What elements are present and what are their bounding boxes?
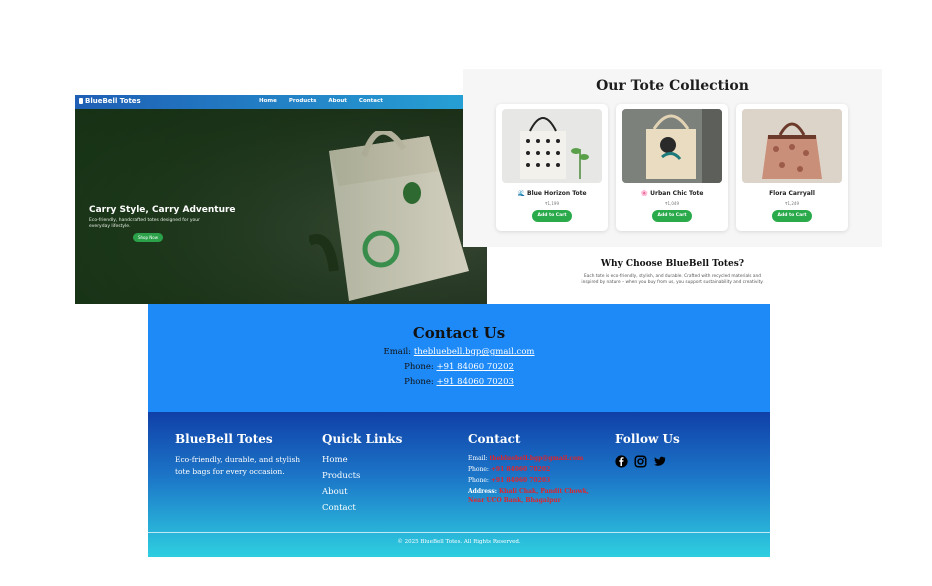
email-label: Email:: [383, 347, 412, 357]
contact-phone-line: Phone: +91 84060 70202: [148, 362, 770, 372]
footer-contact-details: Email: thebluebell.bgp@gmail.com Phone: …: [468, 453, 598, 505]
brand[interactable]: BlueBell Totes: [79, 97, 141, 105]
product-image: [622, 109, 722, 183]
product-name: 🌸 Urban Chic Tote: [640, 190, 704, 197]
facebook-icon[interactable]: [615, 455, 628, 468]
product-price: ₹1,049: [665, 201, 679, 206]
product-card: 🌸 Urban Chic Tote ₹1,049 Add to Cart: [616, 104, 728, 231]
product-card: Flora Carryall ₹1,249 Add to Cart: [736, 104, 848, 231]
product-image: [502, 109, 602, 183]
phone-link[interactable]: +91 84060 70202: [436, 362, 513, 372]
tote-image: [742, 109, 842, 183]
contact-email-line: Email: thebluebell.bgp@gmail.com: [148, 347, 770, 357]
nav-about[interactable]: About: [328, 98, 347, 104]
footer-address-label: Address:: [468, 488, 497, 495]
bag-icon: [79, 98, 83, 104]
product-name: 🌊 Blue Horizon Tote: [517, 190, 587, 197]
footer-phone[interactable]: +91 84060 70203: [491, 477, 550, 484]
footer-divider: [148, 532, 770, 533]
footer-link-home[interactable]: Home: [322, 455, 348, 465]
hero-title: Carry Style, Carry Adventure: [89, 205, 236, 215]
footer: BlueBell Totes Eco-friendly, durable, an…: [148, 412, 770, 557]
nav-home[interactable]: Home: [259, 98, 277, 104]
tote-image: [622, 109, 722, 183]
product-card: 🌊 Blue Horizon Tote ₹1,199 Add to Cart: [496, 104, 608, 231]
nav-links: Home Products About Contact: [259, 98, 383, 104]
copyright: © 2025 BlueBell Totes. All Rights Reserv…: [397, 539, 521, 545]
tote-image: [520, 117, 589, 179]
why-text: Each tote is eco-friendly, stylish, and …: [581, 274, 764, 285]
footer-brand-title: BlueBell Totes: [175, 432, 273, 446]
email-link[interactable]: thebluebell.bgp@gmail.com: [414, 347, 535, 357]
footer-phone[interactable]: +91 84060 70202: [491, 466, 550, 473]
add-to-cart-button[interactable]: Add to Cart: [532, 210, 572, 222]
footer-follow-title: Follow Us: [615, 432, 680, 446]
instagram-icon[interactable]: [634, 455, 647, 468]
footer-brand-text: Eco-friendly, durable, and stylish tote …: [175, 455, 301, 476]
nav-products[interactable]: Products: [289, 98, 317, 104]
hero-subtitle: Eco-friendly, handcrafted totes designed…: [89, 218, 200, 229]
contact-title: Contact Us: [412, 324, 506, 342]
phone-link[interactable]: +91 84060 70203: [436, 377, 513, 387]
shop-now-button[interactable]: Shop Now: [133, 233, 163, 242]
hero-overlay: [75, 95, 487, 304]
product-price: ₹1,199: [545, 201, 559, 206]
navbar: BlueBell Totes Home Products About Conta…: [75, 95, 487, 109]
add-to-cart-button[interactable]: Add to Cart: [772, 210, 812, 222]
add-to-cart-button[interactable]: Add to Cart: [652, 210, 692, 222]
product-name: Flora Carryall: [769, 190, 815, 197]
footer-email[interactable]: thebluebell.bgp@gmail.com: [489, 455, 583, 462]
footer-email-label: Email:: [468, 455, 488, 462]
footer-links-title: Quick Links: [322, 432, 403, 446]
brand-label: BlueBell Totes: [85, 97, 141, 105]
footer-link-products[interactable]: Products: [322, 471, 360, 481]
product-price: ₹1,249: [785, 201, 799, 206]
twitter-icon[interactable]: [653, 455, 666, 468]
product-image: [742, 109, 842, 183]
collection-title: Our Tote Collection: [596, 78, 749, 94]
footer-phone-label: Phone:: [468, 466, 489, 473]
footer-contact-title: Contact: [468, 432, 521, 446]
social-icons: [615, 455, 666, 468]
footer-phone-label: Phone:: [468, 477, 489, 484]
phone-label: Phone:: [404, 362, 434, 372]
collection-section: Our Tote Collection 🌊 Blue Horizon Tote …: [463, 69, 882, 247]
footer-link-contact[interactable]: Contact: [322, 503, 356, 513]
nav-contact[interactable]: Contact: [359, 98, 383, 104]
contact-phone-line: Phone: +91 84060 70203: [148, 377, 770, 387]
hero-section: BlueBell Totes Home Products About Conta…: [75, 95, 487, 304]
phone-label: Phone:: [404, 377, 434, 387]
why-title: Why Choose BlueBell Totes?: [600, 259, 745, 269]
contact-section: Contact Us Email: thebluebell.bgp@gmail.…: [148, 304, 770, 412]
footer-link-about[interactable]: About: [322, 487, 348, 497]
